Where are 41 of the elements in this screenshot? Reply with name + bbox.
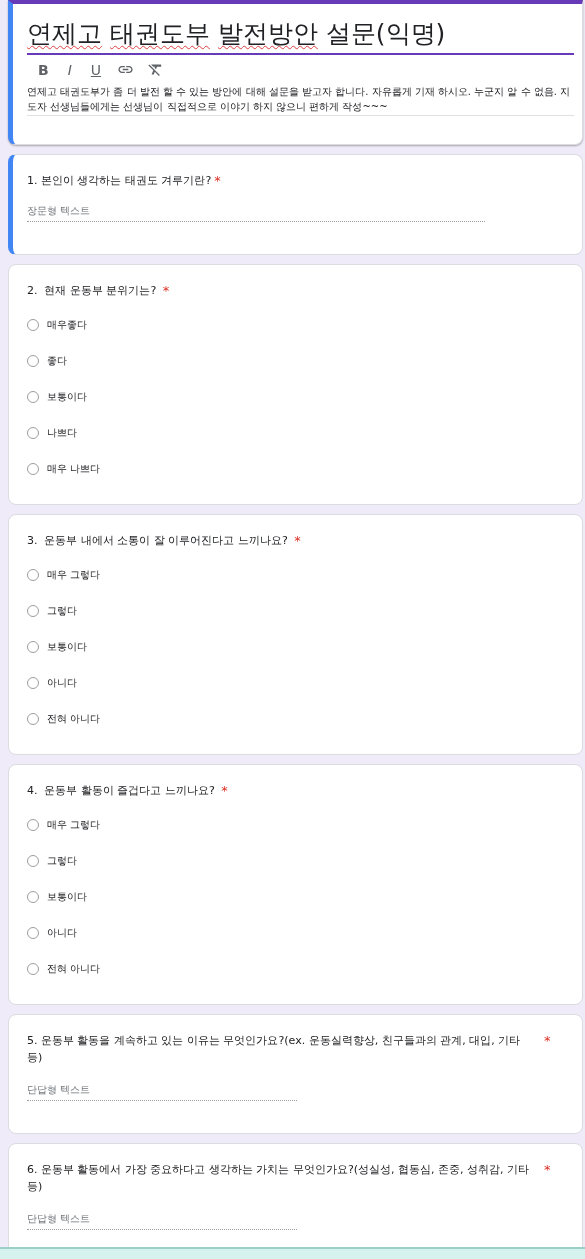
- option-label[interactable]: 보통이다: [47, 390, 87, 404]
- required-asterisk: *: [214, 172, 221, 190]
- question-card[interactable]: 5. 운동부 활동을 계속하고 있는 이유는 무엇인가요?(ex. 운동실력향상, 친구들과의 관계, 대입, 기타 등) * 단답형 텍스트: [8, 1014, 583, 1134]
- option-label[interactable]: 매우 나쁘다: [47, 462, 101, 476]
- answer-field[interactable]: 장문형 텍스트: [27, 190, 485, 222]
- question-card[interactable]: 2. 현재 운동부 분위기는? * 매우좋다 좋다 보통이다 나쁘다 매우 나쁘다: [8, 264, 583, 505]
- question-card[interactable]: 6. 운동부 활동에서 가장 중요하다고 생각하는 가치는 무엇인가요?(성실성, 협동심, 존중, 성취감, 기타 등) * 단답형 텍스트: [8, 1143, 583, 1247]
- question-card[interactable]: 4. 운동부 활동이 즐겁다고 느끼나요? * 매우 그렇다 그렇다 보통이다 아니다 전혀 아니다: [8, 764, 583, 1005]
- option-label[interactable]: 전혀 아니다: [47, 712, 101, 726]
- required-asterisk: *: [544, 1032, 551, 1050]
- question-title: 6. 운동부 활동에서 가장 중요하다고 생각하는 가치는 무엇인가요?(성실성, 협동심, 존중, 성취감, 기타 등): [27, 1162, 531, 1195]
- format-button[interactable]: I: [64, 61, 75, 78]
- format-button[interactable]: B: [35, 61, 52, 78]
- form-title[interactable]: 연제고 태권도부 발전방안 설문(익명): [27, 18, 574, 55]
- option-label[interactable]: 보통이다: [47, 890, 87, 904]
- option-label[interactable]: 매우 그렇다: [47, 568, 101, 582]
- option-label[interactable]: 아니다: [47, 926, 77, 940]
- answer-field[interactable]: 단답형 텍스트: [27, 1195, 297, 1230]
- option-label[interactable]: 전혀 아니다: [47, 962, 101, 976]
- format-button[interactable]: U: [87, 61, 105, 78]
- option-label[interactable]: 나쁘다: [47, 426, 77, 440]
- required-asterisk: *: [294, 532, 301, 550]
- option-label[interactable]: 매우 그렇다: [47, 818, 101, 832]
- question-title: 1. 본인이 생각하는 태권도 겨루기란?: [27, 173, 212, 189]
- option-label[interactable]: 그렇다: [47, 604, 77, 618]
- question-title: 2. 현재 운동부 분위기는?: [27, 283, 158, 299]
- option-label[interactable]: 좋다: [47, 354, 67, 368]
- form-description[interactable]: 연제고 태권도부가 좀 더 발전 할 수 있는 방안에 대해 설문을 받고자 합니다. 자유롭게 기재 하시오. 누군지 알 수 없음. 지도자 선생님들에게는 선생님이 직접적으로 이야기 하지 않으니 편하게 작성~~~: [27, 84, 574, 116]
- required-asterisk: *: [221, 782, 228, 800]
- option-label[interactable]: 매우좋다: [47, 318, 87, 332]
- option-label[interactable]: 보통이다: [47, 640, 87, 654]
- question-card[interactable]: 1. 본인이 생각하는 태권도 겨루기란? * 장문형 텍스트: [8, 154, 583, 255]
- answer-field[interactable]: 단답형 텍스트: [27, 1066, 297, 1101]
- question-card[interactable]: 3. 운동부 내에서 소통이 잘 이루어진다고 느끼나요? * 매우 그렇다 그렇다 보통이다 아니다 전혀 아니다: [8, 514, 583, 755]
- option-label[interactable]: 그렇다: [47, 854, 77, 868]
- required-asterisk: *: [544, 1161, 551, 1179]
- required-asterisk: *: [162, 282, 170, 300]
- question-title: 5. 운동부 활동을 계속하고 있는 이유는 무엇인가요?(ex. 운동실력향상, 친구들과의 관계, 대입, 기타 등): [27, 1033, 522, 1066]
- question-title: 3. 운동부 내에서 소통이 잘 이루어진다고 느끼나요?: [27, 533, 289, 549]
- option-label[interactable]: 아니다: [47, 676, 77, 690]
- question-title: 4. 운동부 활동이 즐겁다고 느끼나요?: [27, 783, 216, 799]
